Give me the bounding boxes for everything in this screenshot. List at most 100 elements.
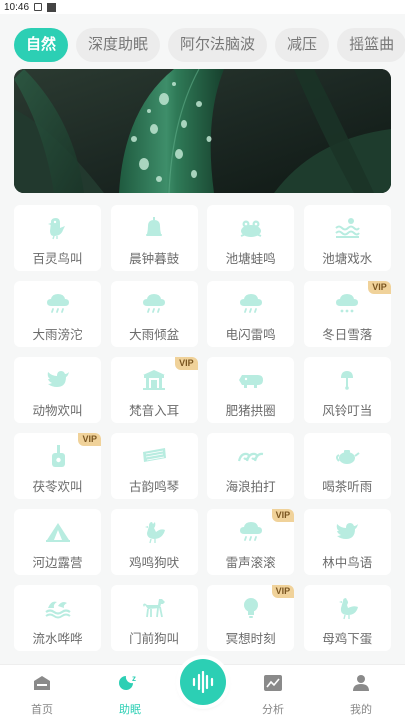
nav-label: 分析 (262, 704, 284, 716)
sound-label: 鸡鸣狗吠 (129, 556, 180, 570)
rooster-icon (139, 519, 169, 545)
status-time: 10:46 (4, 1, 30, 13)
vip-badge: VIP (78, 433, 101, 446)
nav-analysis[interactable]: 分析 (243, 673, 303, 717)
sound-label: 冬日雪落 (322, 328, 373, 342)
category-tabs: 自然 深度助眠 阿尔法脑波 减压 摇篮曲 (0, 24, 405, 66)
sound-card[interactable]: 河边露营 (14, 509, 101, 575)
nav-profile[interactable]: 我的 (331, 673, 391, 717)
sound-card[interactable]: 动物欢叫 (14, 357, 101, 423)
vip-badge: VIP (271, 509, 295, 522)
pig-icon (236, 367, 266, 393)
bird-icon (43, 367, 73, 393)
temple-icon (139, 367, 169, 393)
sound-card[interactable]: 晨钟暮鼓 (110, 205, 198, 271)
user-icon (350, 673, 372, 693)
sound-label: 河边露营 (32, 556, 83, 570)
sound-card[interactable]: 喝茶听雨 (303, 433, 391, 499)
sound-label: 大雨滂沱 (32, 328, 83, 342)
sound-label: 电闪雷鸣 (225, 328, 276, 342)
sound-label: 喝茶听雨 (322, 480, 373, 494)
tab-alpha-waves[interactable]: 阿尔法脑波 (168, 28, 268, 62)
sound-label: 门前狗叫 (129, 632, 180, 646)
wind-chime-icon (332, 367, 362, 393)
lightbulb-icon (236, 595, 266, 621)
home-icon (31, 673, 53, 693)
sound-card[interactable]: VIP 冥想时刻 (207, 585, 295, 651)
sound-card[interactable]: 流水哗哗 (14, 585, 101, 651)
sound-card[interactable]: 大雨滂沱 (14, 281, 101, 347)
play-soundwave-button[interactable] (180, 659, 226, 705)
rain-cloud-icon (139, 291, 169, 317)
dog-icon (139, 595, 169, 621)
sound-card[interactable]: 母鸡下蛋 (303, 585, 391, 651)
chart-icon (262, 673, 284, 693)
frog-icon (236, 215, 266, 241)
sound-label: 池塘戏水 (322, 252, 373, 266)
storage-icon (47, 2, 57, 12)
status-bar: 10:46 (0, 0, 405, 14)
notification-icon (34, 3, 43, 11)
soundwave-icon (192, 671, 214, 693)
sound-card[interactable]: 林中鸟语 (303, 509, 391, 575)
sound-label: 茯苓欢叫 (32, 480, 83, 494)
tab-stress-relief[interactable]: 减压 (275, 28, 330, 62)
nav-label: 助眠 (119, 704, 141, 716)
sound-card[interactable]: 百灵鸟叫 (14, 205, 101, 271)
sound-label: 晨钟暮鼓 (129, 252, 180, 266)
bird-icon (43, 215, 73, 241)
sound-label: 肥猪拱圈 (225, 404, 276, 418)
rain-cloud-icon (236, 291, 266, 317)
sound-grid: 百灵鸟叫 晨钟暮鼓 池塘蛙鸣 池塘戏水 大雨滂沱 大雨倾盆 电闪雷鸣 VIP 冬… (14, 205, 391, 651)
nav-home[interactable]: 首页 (12, 673, 72, 717)
sound-card[interactable]: VIP 梵音入耳 (110, 357, 198, 423)
sound-label: 冥想时刻 (225, 632, 276, 646)
nav-label: 首页 (31, 704, 53, 716)
sound-card[interactable]: 池塘蛙鸣 (207, 205, 295, 271)
sound-card[interactable]: 肥猪拱圈 (207, 357, 295, 423)
rain-cloud-icon (43, 291, 73, 317)
sound-label: 动物欢叫 (32, 404, 83, 418)
sound-card[interactable]: 鸡鸣狗吠 (110, 509, 198, 575)
sound-card[interactable]: 池塘戏水 (303, 205, 391, 271)
water-flow-icon (43, 595, 73, 621)
sound-label: 流水哗哗 (32, 632, 83, 646)
sound-card[interactable]: 电闪雷鸣 (207, 281, 295, 347)
tab-lullaby[interactable]: 摇篮曲 (337, 28, 405, 62)
sound-card[interactable]: 海浪拍打 (207, 433, 295, 499)
sound-label: 林中鸟语 (322, 556, 373, 570)
pond-water-icon (332, 215, 362, 241)
sound-card[interactable]: 古韵鸣琴 (110, 433, 198, 499)
tent-icon (43, 519, 73, 545)
zither-icon (139, 443, 169, 469)
sound-label: 百灵鸟叫 (32, 252, 83, 266)
vip-badge: VIP (271, 585, 295, 598)
vip-badge: VIP (175, 357, 198, 370)
hero-banner-image[interactable] (14, 69, 391, 193)
sound-card[interactable]: VIP 雷声滚滚 (207, 509, 295, 575)
tab-nature[interactable]: 自然 (14, 28, 69, 62)
nav-label: 我的 (350, 704, 372, 716)
vip-badge: VIP (368, 281, 391, 294)
guitar-icon (43, 443, 73, 469)
sound-card[interactable]: 风铃叮当 (303, 357, 391, 423)
nav-sleep[interactable]: z 助眠 (100, 673, 160, 717)
sound-label: 大雨倾盆 (129, 328, 180, 342)
tab-deep-sleep[interactable]: 深度助眠 (76, 28, 161, 62)
wave-icon (236, 443, 266, 469)
moon-icon: z (119, 673, 141, 693)
sound-card[interactable]: 门前狗叫 (110, 585, 198, 651)
sound-label: 海浪拍打 (225, 480, 276, 494)
svg-text:z: z (132, 674, 136, 683)
snow-cloud-icon (332, 291, 362, 317)
sound-label: 梵音入耳 (129, 404, 180, 418)
sound-label: 池塘蛙鸣 (225, 252, 276, 266)
hen-icon (332, 595, 362, 621)
sound-label: 风铃叮当 (322, 404, 373, 418)
teapot-icon (332, 443, 362, 469)
sound-card[interactable]: VIP 冬日雪落 (303, 281, 391, 347)
sound-card[interactable]: VIP 茯苓欢叫 (14, 433, 101, 499)
sound-label: 古韵鸣琴 (129, 480, 180, 494)
rain-cloud-icon (236, 519, 266, 545)
sound-card[interactable]: 大雨倾盆 (110, 281, 198, 347)
